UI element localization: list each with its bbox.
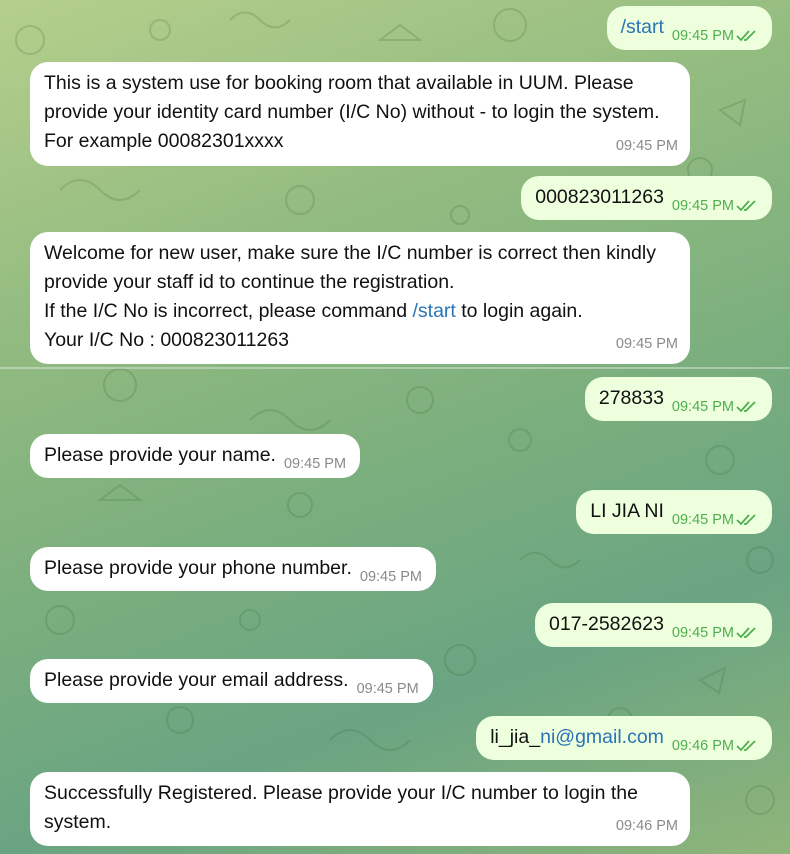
message-text: LI JIA NI [590,500,664,522]
message-text: li_jia_ni@gmail.com [490,726,664,748]
message-incoming[interactable]: This is a system use for booking room th… [30,62,690,166]
message-outgoing[interactable]: /start 09:45 PM [606,6,772,51]
message-time: 09:45 PM [671,512,734,528]
command-link[interactable]: /start [412,300,455,322]
message-incoming[interactable]: Please provide your email address. 09:45 … [30,659,433,703]
message-meta: 09:45 PM [672,393,758,422]
message-meta: 09:45 PM [672,192,758,221]
message-incoming[interactable]: Please provide your phone number. 09:45 P… [30,547,436,591]
double-check-icon [736,401,756,413]
double-check-icon [736,627,756,639]
message-time: 09:45 PM [283,456,347,472]
message-outgoing[interactable]: 278833 09:45 PM [584,377,772,422]
message-time: 09:46 PM [671,738,734,754]
message-meta: 09:45 PM [672,506,758,535]
message-outgoing[interactable]: li_jia_ni@gmail.com 09:46 PM [476,716,772,760]
message-incoming[interactable]: Please provide your name. 09:45 PM [30,434,361,478]
double-check-icon [736,200,756,212]
message-text: Welcome for new user, make sure the I/C … [44,242,661,351]
screenshot-seam [0,367,790,369]
message-time: 09:45 PM [359,569,422,585]
double-check-icon [736,740,756,752]
message-text: Please provide your email address. [44,669,349,691]
message-time: 09:45 PM [671,625,734,641]
message-time: 09:45 PM [356,681,419,697]
message-meta: 09:45 PM [672,22,758,51]
message-time: 09:45 PM [671,198,734,214]
message-text: Please provide your name. [44,444,276,466]
double-check-icon [736,30,756,42]
message-outgoing[interactable]: 000823011263 09:45 PM [521,176,772,220]
message-outgoing[interactable]: LI JIA NI 09:45 PM [576,490,772,534]
message-text: Successfully Registered. Please provide … [44,782,644,833]
message-meta: 09:46 PM [672,732,758,761]
message-text-part: li_jia_ [490,726,541,748]
message-time: 09:45 PM [671,28,734,44]
message-time: 09:45 PM [615,336,678,352]
message-time: 09:45 PM [671,399,734,415]
message-text: 278833 [598,387,664,409]
chat-history[interactable]: /start 09:45 PM This is a system use for … [0,0,790,854]
message-incoming[interactable]: Successfully Registered. Please provide … [30,772,690,846]
message-text: This is a system use for booking room th… [44,72,666,152]
email-link[interactable]: ni@gmail.com [540,726,664,748]
command-link[interactable]: /start [621,16,664,38]
double-check-icon [736,514,756,526]
message-text: Please provide your phone number. [44,557,352,579]
message-time: 09:45 PM [615,138,678,154]
message-text: 017-2582623 [548,613,664,635]
message-time: 09:46 PM [615,818,678,834]
message-meta: 09:45 PM [672,619,758,648]
message-outgoing[interactable]: 017-2582623 09:45 PM [534,603,772,648]
message-incoming[interactable]: Welcome for new user, make sure the I/C … [30,232,690,364]
message-text: 000823011263 [535,186,664,208]
